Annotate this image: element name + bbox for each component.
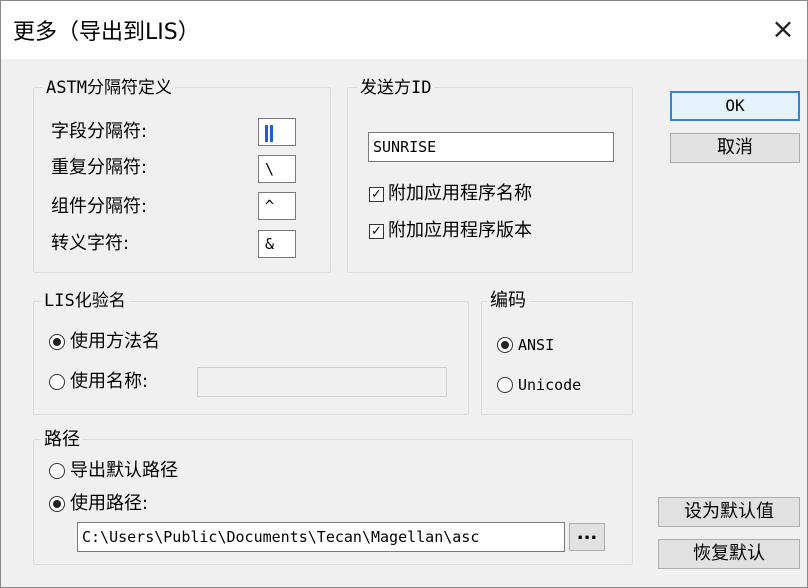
- field-separator-bar: [270, 125, 273, 142]
- astm-group-legend: ASTM分隔符定义: [43, 77, 175, 99]
- cancel-button[interactable]: 取消: [670, 133, 800, 163]
- append-app-name-checkbox[interactable]: ✓ 附加应用程序名称: [369, 183, 532, 205]
- dialog-title: 更多（导出到LIS）: [13, 20, 200, 45]
- path-legend: 路径: [41, 429, 83, 451]
- component-separator-label: 组件分隔符:: [51, 196, 148, 217]
- sender-id-group: [347, 87, 633, 273]
- use-path-label: 使用路径:: [70, 493, 149, 514]
- append-app-name-label: 附加应用程序名称: [388, 183, 532, 204]
- radio-selected-icon: [49, 496, 65, 512]
- use-path-radio[interactable]: 使用路径:: [49, 493, 148, 515]
- export-to-lis-dialog: 更多（导出到LIS） × ASTM分隔符定义 字段分隔符: 重复分隔符: \ 组…: [0, 0, 808, 588]
- close-icon[interactable]: ×: [765, 11, 801, 47]
- field-separator-label: 字段分隔符:: [51, 121, 148, 142]
- repeat-separator-input[interactable]: \: [258, 155, 296, 183]
- sender-id-legend: 发送方ID: [357, 77, 435, 99]
- lis-test-name-legend: LIS化验名: [41, 290, 129, 312]
- sender-id-input[interactable]: SUNRISE: [368, 132, 614, 162]
- encoding-unicode-label: Unicode: [518, 376, 582, 394]
- escape-char-label: 转义字符:: [51, 233, 130, 254]
- field-separator-bar: [265, 125, 268, 142]
- use-method-name-label: 使用方法名: [70, 331, 160, 352]
- encoding-group: [481, 301, 633, 415]
- radio-unselected-icon: [49, 463, 65, 479]
- checkbox-checked-icon: ✓: [369, 223, 384, 239]
- set-as-default-button[interactable]: 设为默认值: [658, 497, 800, 527]
- ok-button[interactable]: OK: [670, 91, 800, 121]
- append-app-version-label: 附加应用程序版本: [388, 220, 532, 241]
- use-name-label: 使用名称:: [70, 371, 149, 392]
- radio-selected-icon: [497, 337, 513, 353]
- use-name-radio[interactable]: 使用名称:: [49, 371, 148, 393]
- component-separator-input[interactable]: ^: [258, 192, 296, 220]
- use-method-name-radio[interactable]: 使用方法名: [49, 331, 160, 353]
- encoding-ansi-radio[interactable]: ANSI: [497, 334, 554, 356]
- encoding-legend: 编码: [487, 290, 529, 312]
- encoding-unicode-radio[interactable]: Unicode: [497, 374, 581, 396]
- path-input[interactable]: C:\Users\Public\Documents\Tecan\Magellan…: [77, 522, 565, 552]
- title-bar: 更多（导出到LIS） ×: [1, 1, 807, 59]
- field-separator-input[interactable]: [258, 118, 296, 146]
- radio-selected-icon: [49, 334, 65, 350]
- escape-char-input[interactable]: &: [258, 230, 296, 258]
- export-default-path-label: 导出默认路径: [70, 460, 178, 481]
- append-app-version-checkbox[interactable]: ✓ 附加应用程序版本: [369, 220, 532, 242]
- export-default-path-radio[interactable]: 导出默认路径: [49, 460, 178, 482]
- radio-unselected-icon: [497, 377, 513, 393]
- encoding-ansi-label: ANSI: [518, 336, 555, 354]
- browse-path-button[interactable]: ...: [569, 523, 605, 551]
- lis-test-name-group: [33, 301, 469, 415]
- radio-unselected-icon: [49, 374, 65, 390]
- use-name-input[interactable]: [197, 367, 447, 397]
- checkbox-checked-icon: ✓: [369, 186, 384, 202]
- repeat-separator-label: 重复分隔符:: [51, 157, 148, 178]
- restore-default-button[interactable]: 恢复默认: [658, 539, 800, 569]
